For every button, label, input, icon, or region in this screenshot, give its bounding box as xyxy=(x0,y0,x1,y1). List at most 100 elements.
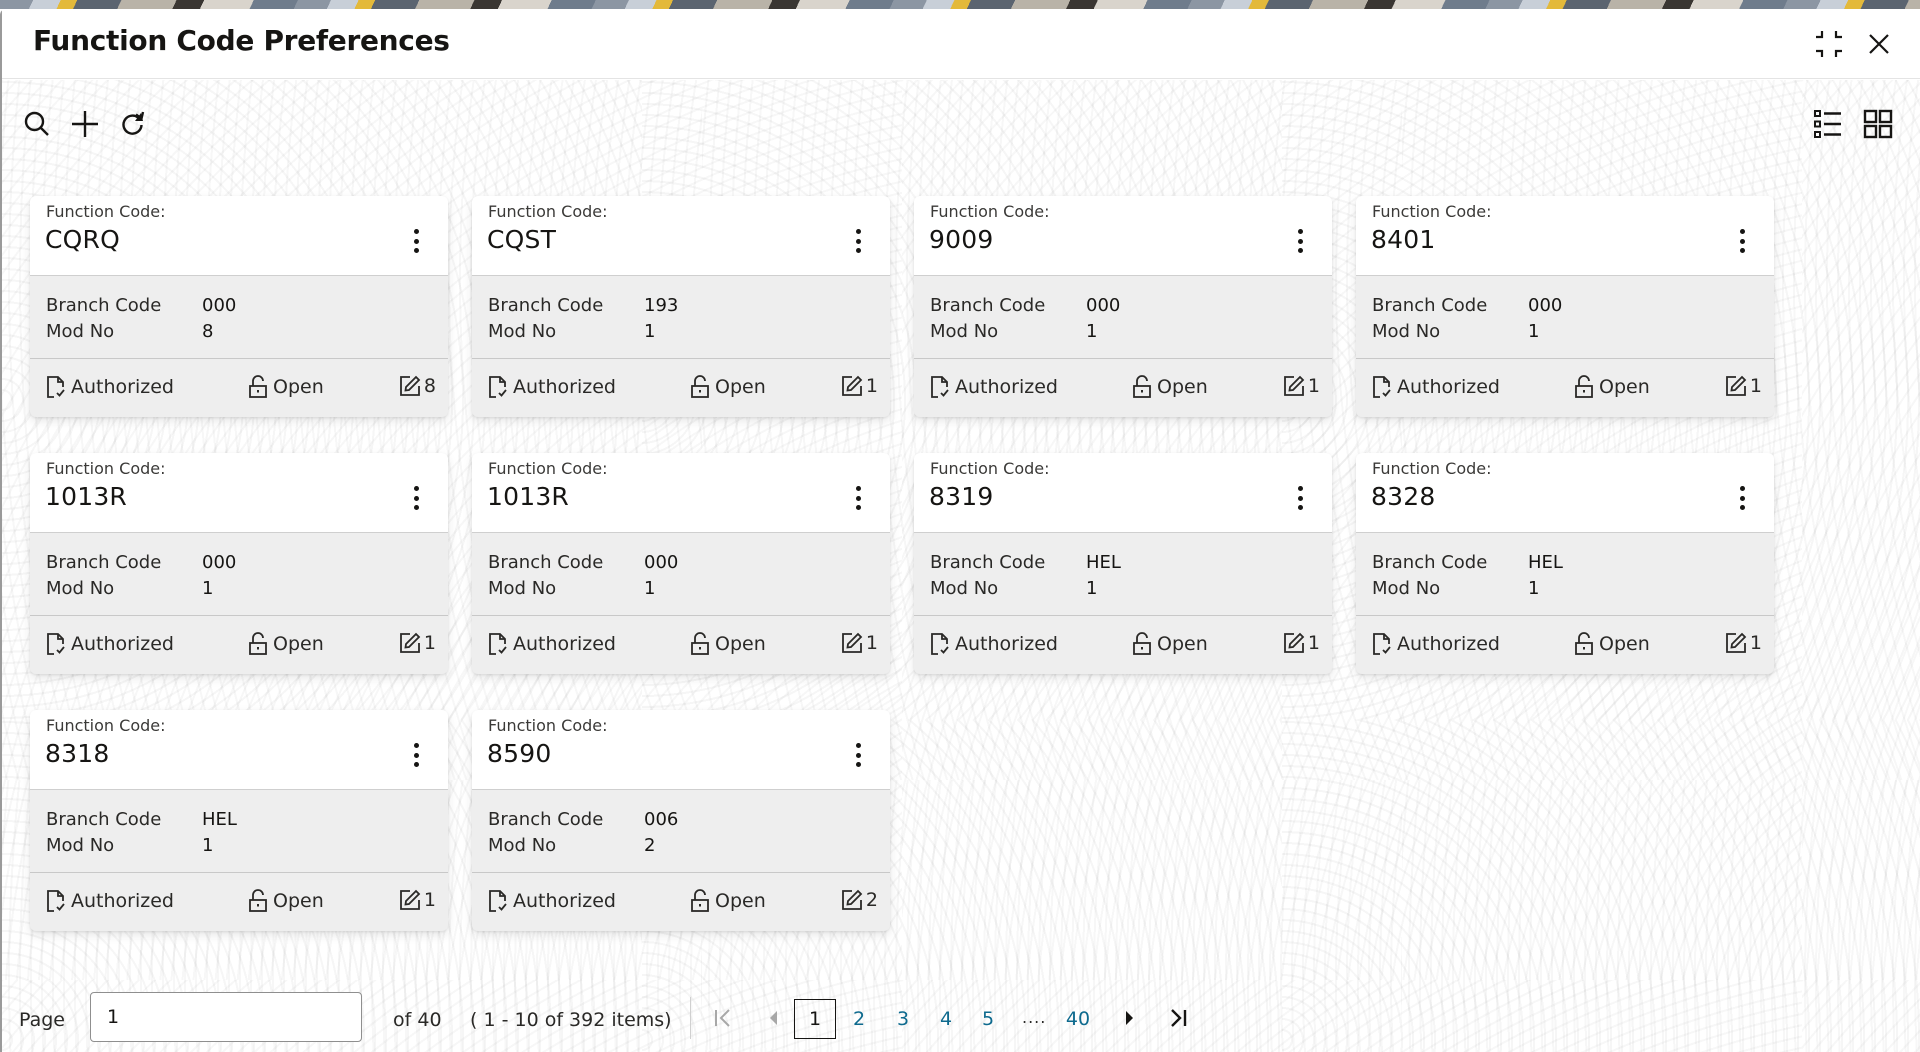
list-view-icon xyxy=(1814,110,1841,138)
unlock-icon xyxy=(249,889,267,912)
unlock-icon xyxy=(691,889,709,912)
card-body: Branch Code 000 Mod No 1 xyxy=(1356,277,1774,359)
card-footer: Authorized Open 8 xyxy=(30,360,448,417)
list-view-button[interactable] xyxy=(1812,108,1844,140)
background-banner xyxy=(0,0,1920,9)
grid-view-button[interactable] xyxy=(1862,108,1894,140)
last-page-number-button[interactable]: 40 xyxy=(1062,999,1094,1039)
previous-page-button[interactable] xyxy=(759,999,787,1037)
record-status-text: Open xyxy=(273,890,324,912)
modification-count: 1 xyxy=(841,375,878,397)
kebab-dot-icon xyxy=(1297,505,1303,510)
document-check-icon xyxy=(489,633,507,655)
record-status: Open xyxy=(248,889,324,913)
card-actions-menu[interactable] xyxy=(404,483,428,513)
authorization-status: Authorized xyxy=(1372,632,1500,656)
function-code-card[interactable]: Function Code: 8328 Branch Code HEL Mod N… xyxy=(1356,453,1774,674)
function-code-card[interactable]: Function Code: 9009 Branch Code 000 Mod N… xyxy=(914,196,1332,417)
page-3-button[interactable]: 3 xyxy=(893,999,913,1039)
window-header: Function Code Preferences xyxy=(2,9,1920,79)
function-code-card[interactable]: Function Code: 8318 Branch Code HEL Mod N… xyxy=(30,710,448,931)
mod-no-label: Mod No xyxy=(488,321,557,342)
close-button[interactable] xyxy=(1862,27,1896,61)
mod-no-label: Mod No xyxy=(1372,321,1441,342)
card-actions-menu[interactable] xyxy=(846,483,870,513)
card-body: Branch Code 000 Mod No 8 xyxy=(30,277,448,359)
kebab-dot-icon xyxy=(413,505,419,510)
page-5-button[interactable]: 5 xyxy=(978,999,998,1039)
card-actions-menu[interactable] xyxy=(846,740,870,770)
card-actions-menu[interactable] xyxy=(1730,226,1754,256)
document-check-icon xyxy=(47,633,65,655)
kebab-dot-icon xyxy=(1297,229,1303,234)
function-code-label: Function Code: xyxy=(1372,459,1492,478)
record-status-text: Open xyxy=(1599,633,1650,655)
card-actions-menu[interactable] xyxy=(1288,483,1312,513)
function-code-card[interactable]: Function Code: CQRQ Branch Code 000 Mod N… xyxy=(30,196,448,417)
authorization-status-text: Authorized xyxy=(1397,376,1500,398)
function-code-card[interactable]: Function Code: 1013R Branch Code 000 Mod … xyxy=(30,453,448,674)
kebab-dot-icon xyxy=(855,752,861,758)
authorization-status-text: Authorized xyxy=(955,633,1058,655)
kebab-dot-icon xyxy=(1297,486,1303,491)
kebab-dot-icon xyxy=(413,752,419,758)
document-check-icon xyxy=(931,633,949,655)
branch-code-label: Branch Code xyxy=(46,809,162,830)
page-2-button[interactable]: 2 xyxy=(849,999,869,1039)
modification-count: 2 xyxy=(841,889,878,911)
search-button[interactable] xyxy=(21,108,53,140)
function-code-label: Function Code: xyxy=(46,202,166,221)
previous-page-icon xyxy=(770,1011,777,1025)
pagination-divider xyxy=(690,997,691,1039)
card-actions-menu[interactable] xyxy=(1288,226,1312,256)
authorization-status: Authorized xyxy=(46,375,174,399)
card-actions-menu[interactable] xyxy=(1730,483,1754,513)
mod-no-value: 1 xyxy=(1086,321,1098,342)
function-code-card[interactable]: Function Code: 8319 Branch Code HEL Mod N… xyxy=(914,453,1332,674)
modification-count: 1 xyxy=(1725,632,1762,654)
card-footer: Authorized Open 1 xyxy=(1356,360,1774,417)
modification-count-text: 1 xyxy=(423,632,436,654)
document-check-icon xyxy=(47,376,65,398)
card-grid: Function Code: CQRQ Branch Code 000 Mod N… xyxy=(30,196,1774,931)
last-page-button[interactable] xyxy=(1164,999,1192,1037)
card-actions-menu[interactable] xyxy=(404,226,428,256)
mod-no-row: Mod No 2 xyxy=(488,835,655,856)
function-code-card[interactable]: Function Code: CQST Branch Code 193 Mod N… xyxy=(472,196,890,417)
branch-code-row: Branch Code HEL xyxy=(930,552,1121,573)
next-page-button[interactable] xyxy=(1116,999,1144,1037)
card-actions-menu[interactable] xyxy=(846,226,870,256)
close-icon xyxy=(1869,34,1889,54)
function-code-card[interactable]: Function Code: 1013R Branch Code 000 Mod … xyxy=(472,453,890,674)
modification-count-text: 8 xyxy=(423,375,436,397)
page-4-button[interactable]: 4 xyxy=(936,999,956,1039)
function-code-value: 8590 xyxy=(487,739,552,768)
collapse-button[interactable] xyxy=(1812,27,1846,61)
branch-code-label: Branch Code xyxy=(46,295,162,316)
function-code-value: 8328 xyxy=(1371,482,1436,511)
authorization-status-text: Authorized xyxy=(71,376,174,398)
first-page-button[interactable] xyxy=(709,999,737,1037)
record-status-text: Open xyxy=(1157,633,1208,655)
edit-icon xyxy=(400,889,421,910)
function-code-card[interactable]: Function Code: 8401 Branch Code 000 Mod N… xyxy=(1356,196,1774,417)
refresh-button[interactable] xyxy=(117,108,149,140)
document-check-icon xyxy=(489,890,507,912)
card-actions-menu[interactable] xyxy=(404,740,428,770)
card-header: Function Code: 8401 xyxy=(1356,196,1774,276)
collapse-icon xyxy=(1816,31,1842,57)
page-1-button[interactable]: 1 xyxy=(794,999,836,1039)
add-button[interactable] xyxy=(69,108,101,140)
mod-no-value: 1 xyxy=(202,835,214,856)
authorization-status-text: Authorized xyxy=(513,890,616,912)
page-number-input[interactable] xyxy=(90,992,362,1042)
card-footer: Authorized Open 1 xyxy=(30,617,448,674)
card-header: Function Code: 8590 xyxy=(472,710,890,790)
content-area: Function Code: CQRQ Branch Code 000 Mod N… xyxy=(2,80,1920,1052)
modification-count-text: 1 xyxy=(1307,632,1320,654)
function-code-label: Function Code: xyxy=(46,459,166,478)
branch-code-value: HEL xyxy=(1528,552,1563,573)
function-code-card[interactable]: Function Code: 8590 Branch Code 006 Mod N… xyxy=(472,710,890,931)
kebab-dot-icon xyxy=(1739,238,1745,244)
pagination-bar: Page of 40 ( 1 - 10 of 392 items) 1 2 3 … xyxy=(2,991,1920,1051)
